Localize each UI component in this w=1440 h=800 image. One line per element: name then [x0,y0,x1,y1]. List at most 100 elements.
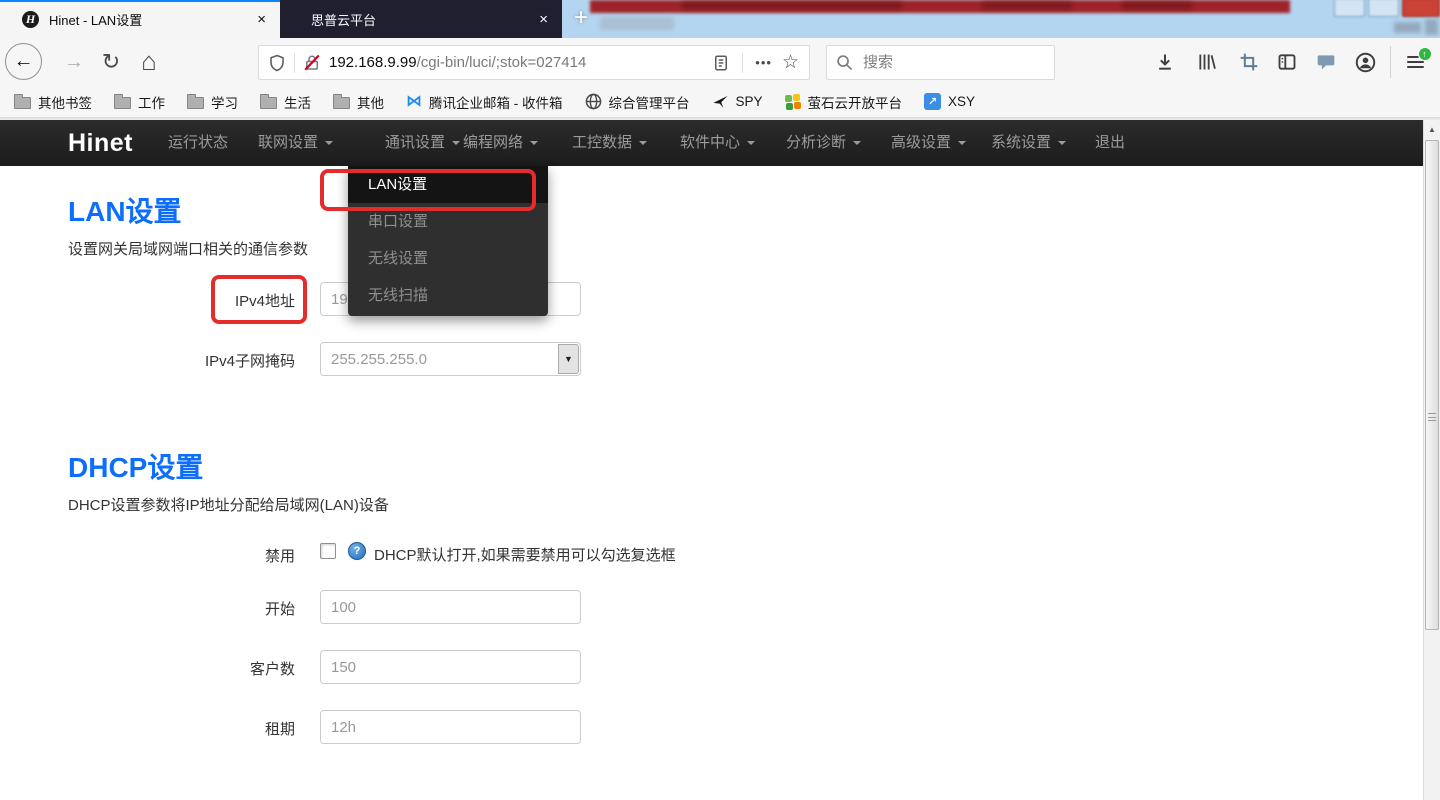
hamburger-icon: ↑ [1407,56,1424,69]
lan-section-desc: 设置网关局域网端口相关的通信参数 [68,238,308,259]
tab-title: 思普云平台 [311,10,539,29]
nav-item-diagnosis[interactable]: 分析诊断 [786,120,861,166]
screenshot-button[interactable] [1236,50,1262,74]
background-toolbar-blob [1394,22,1421,33]
background-app-label-blob [600,17,674,30]
reader-view-icon[interactable] [712,53,730,73]
sidebar-button[interactable] [1274,50,1300,74]
chevron-down-icon [958,141,966,145]
downloads-button[interactable] [1152,50,1178,74]
tab-hinet-lan[interactable]: H Hinet - LAN设置 × [0,0,280,38]
divider [294,53,295,73]
chevron-down-icon [452,141,460,145]
background-toolbar-blob [1425,19,1438,35]
library-button[interactable] [1194,50,1220,74]
dhcp-start-input[interactable] [320,590,581,624]
nav-item-software-center[interactable]: 软件中心 [680,120,755,166]
tab-close-icon[interactable]: × [257,11,266,28]
dhcp-start-label: 开始 [68,598,295,619]
nav-item-logout[interactable]: 退出 [1095,120,1125,166]
nav-item-label: 退出 [1095,134,1125,151]
account-button[interactable] [1352,50,1378,74]
bookmark-label: 其他书签 [38,92,92,112]
dropdown-item-lan-settings[interactable]: LAN设置 [348,166,548,203]
nav-item-label: 通讯设置 [385,134,445,151]
background-minimize-button [1334,0,1365,17]
chevron-down-icon [325,141,333,145]
tencent-mail-icon: ⋈ [406,94,422,110]
ipv4-netmask-select[interactable] [320,342,581,376]
nav-item-comm-setup[interactable]: 通讯设置 [385,120,460,166]
folder-icon [187,97,204,109]
dhcp-disable-label: 禁用 [68,545,295,566]
ys7-icon [785,94,801,110]
comm-setup-dropdown-menu: LAN设置 串口设置 无线设置 无线扫描 [348,166,548,316]
tab-close-icon[interactable]: × [539,11,548,28]
dropdown-item-wireless-scan[interactable]: 无线扫描 [348,277,548,314]
app-menu-button[interactable]: ↑ [1402,50,1428,74]
bookmark-star-icon[interactable]: ☆ [782,51,799,74]
dropdown-item-serial-settings[interactable]: 串口设置 [348,203,548,240]
nav-item-advanced-settings[interactable]: 高级设置 [891,120,966,166]
background-titlebar-text-blob [1122,2,1192,9]
nav-item-system-settings[interactable]: 系统设置 [991,120,1066,166]
bookmark-life[interactable]: 生活 [260,92,311,112]
ipv4-address-label: IPv4地址 [68,290,295,311]
divider [742,53,743,73]
bookmark-ys7-platform[interactable]: 萤石云开放平台 [785,92,903,112]
url-bar[interactable]: 192.168.9.99/cgi-bin/luci/;stok=027414 •… [258,45,810,80]
nav-item-network-setup[interactable]: 联网设置 [258,120,333,166]
netmask-dropdown-arrow-icon[interactable]: ▼ [558,344,579,374]
page-content: Hinet 运行状态 联网设置 通讯设置 编程网络 工控数据 软件中心 分析诊断… [0,120,1440,800]
chevron-down-icon [530,141,538,145]
bookmark-study[interactable]: 学习 [187,92,238,112]
sidebar-icon [1277,52,1297,72]
shield-icon[interactable] [268,53,286,73]
forward-button[interactable]: → [60,48,88,76]
dhcp-lease-input[interactable] [320,710,581,744]
xsy-icon: ↗ [924,93,941,110]
nav-item-running-status[interactable]: 运行状态 [168,120,228,166]
tab-sipu-cloud[interactable]: 思普云平台 × [281,0,562,38]
nav-item-industrial-data[interactable]: 工控数据 [572,120,647,166]
nav-item-label: 联网设置 [258,134,318,151]
bookmark-other[interactable]: 其他 [333,92,384,112]
url-domain: 192.168.9.99 [329,54,417,71]
url-path: /cgi-bin/luci/;stok=027414 [417,54,587,71]
screen: H Hinet - LAN设置 × 思普云平台 × + ← → ↻ ⌂ 192.… [0,0,1440,800]
brand-logo[interactable]: Hinet [68,120,133,166]
chevron-down-icon [853,141,861,145]
dhcp-section-title: DHCP设置 [68,446,203,486]
page-scrollbar[interactable]: ▲ [1423,120,1440,800]
back-button[interactable]: ← [5,43,42,80]
nav-item-programming-network[interactable]: 编程网络 [463,120,538,166]
bookmark-spy[interactable]: SPY [712,93,763,110]
bookmark-tencent-mail[interactable]: ⋈ 腾讯企业邮箱 - 收件箱 [406,92,563,112]
bookmark-other-bookmarks[interactable]: 其他书签 [14,92,92,112]
dropdown-item-wireless-settings[interactable]: 无线设置 [348,240,548,277]
background-close-button [1402,0,1440,17]
bookmark-xsy[interactable]: ↗ XSY [924,93,975,110]
bookmark-label: 萤石云开放平台 [808,92,903,112]
search-input[interactable] [826,45,1055,80]
scrollbar-thumb[interactable] [1425,140,1439,630]
home-button[interactable]: ⌂ [134,44,164,78]
page-actions-icon[interactable]: ••• [755,55,772,70]
url-text: 192.168.9.99/cgi-bin/luci/;stok=027414 [329,54,712,71]
new-tab-button[interactable]: + [566,3,596,33]
dhcp-disable-checkbox[interactable] [320,543,336,559]
insecure-lock-icon[interactable] [303,53,321,73]
folder-icon [114,97,131,109]
bookmark-label: 综合管理平台 [609,92,690,112]
folder-icon [260,97,277,109]
divider [1390,46,1391,78]
bookmarks-bar: 其他书签 工作 学习 生活 其他 ⋈ 腾讯企业邮箱 - 收件箱 [0,86,1440,117]
hinet-favicon-icon: H [22,11,39,28]
dhcp-clients-input[interactable] [320,650,581,684]
feedback-button[interactable] [1313,50,1339,74]
nav-item-label: 分析诊断 [786,134,846,151]
scrollbar-up-arrow-icon[interactable]: ▲ [1424,120,1440,138]
bookmark-work[interactable]: 工作 [114,92,165,112]
bookmark-mgmt-platform[interactable]: 综合管理平台 [585,92,690,112]
reload-button[interactable]: ↻ [96,46,126,78]
